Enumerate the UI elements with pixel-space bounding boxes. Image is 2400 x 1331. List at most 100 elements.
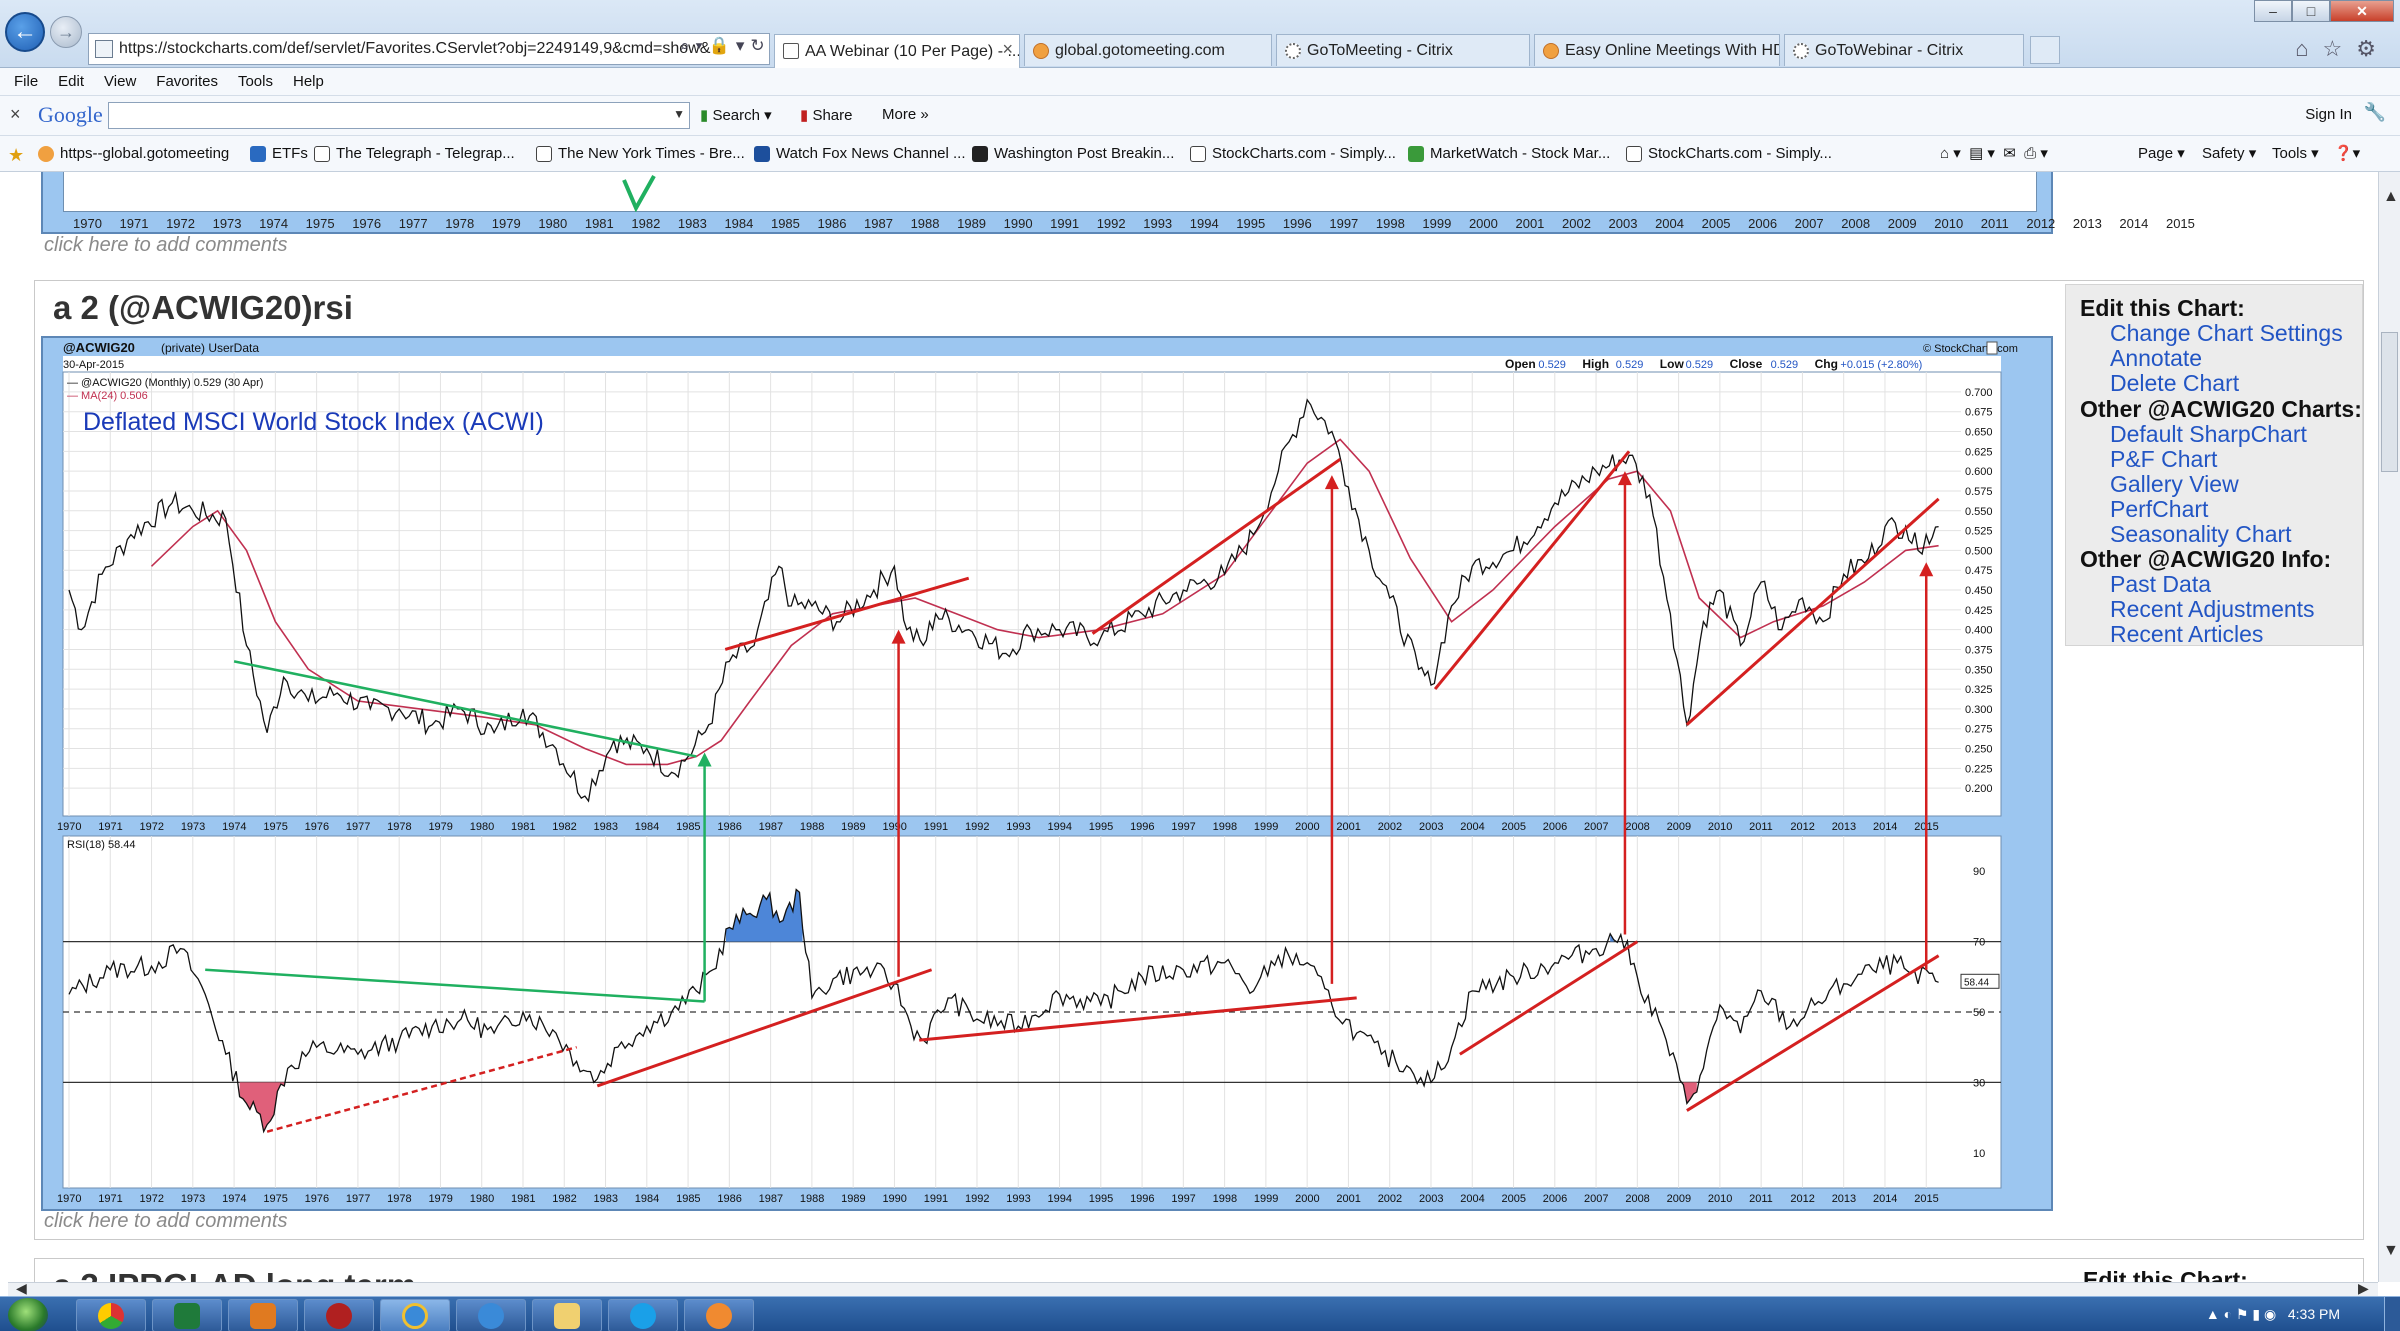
- price-x-tick: 1978: [387, 821, 411, 833]
- recent-articles-link[interactable]: Recent Articles: [2110, 621, 2263, 648]
- previous-chart[interactable]: 1970 1971 1972 1973 1974 1975 1976 1977 …: [41, 172, 2195, 234]
- stockcharts-watermark: © StockCharts.com: [1923, 343, 2018, 355]
- ie-taskbar-button[interactable]: [380, 1299, 450, 1331]
- seasonality-chart-link[interactable]: Seasonality Chart: [2110, 521, 2292, 548]
- skype-taskbar-button[interactable]: [608, 1299, 678, 1331]
- favorite-link[interactable]: The Telegraph - Telegrap...: [314, 145, 515, 162]
- scrollbar-thumb[interactable]: [2381, 332, 2398, 472]
- add-comments-link[interactable]: click here to add comments: [44, 234, 287, 257]
- scroll-down-icon[interactable]: ▼: [2383, 1242, 2399, 1260]
- price-x-tick: 2013: [1832, 821, 1856, 833]
- address-bar-icons[interactable]: ⌕▾🔒▾↻: [680, 36, 771, 56]
- tab-label: Easy Online Meetings With HD...: [1565, 41, 1780, 59]
- scroll-up-icon[interactable]: ▲: [2383, 188, 2399, 206]
- tray-icons[interactable]: ▲ ◐ ⚑ ▮ ◉: [2206, 1306, 2288, 1322]
- rsi-x-tick: 2006: [1543, 1193, 1567, 1205]
- command-icons[interactable]: ⌂ ▾ ▤ ▾ ✉ ⎙ ▾: [1940, 144, 2048, 162]
- system-tray[interactable]: ▲ ◐ ⚑ ▮ ◉ 4:33 PM: [2206, 1306, 2340, 1323]
- menu-help[interactable]: Help: [293, 73, 324, 90]
- menu-view[interactable]: View: [104, 73, 136, 90]
- page-icon: [95, 40, 113, 58]
- stockcharts-icon: [1190, 145, 1206, 162]
- annotate-link[interactable]: Annotate: [2110, 345, 2202, 372]
- menu-favorites[interactable]: Favorites: [156, 73, 218, 90]
- ohlc-value-low: 0.529: [1686, 359, 1714, 371]
- favorites-star-icon[interactable]: ★: [8, 145, 28, 165]
- excel-taskbar-button[interactable]: [152, 1299, 222, 1331]
- back-button[interactable]: ←: [5, 12, 45, 52]
- favorite-link[interactable]: Watch Fox News Channel ...: [754, 145, 966, 162]
- price-x-tick: 1975: [263, 821, 287, 833]
- google-search-input[interactable]: ▼: [108, 102, 690, 129]
- price-x-tick: 1997: [1171, 821, 1195, 833]
- favorite-link[interactable]: Washington Post Breakin...: [972, 145, 1174, 162]
- google-more-button[interactable]: More »: [882, 106, 929, 123]
- sign-in-link[interactable]: Sign In: [2305, 106, 2352, 123]
- gotomeeting-taskbar-button[interactable]: [684, 1299, 754, 1331]
- close-toolbar-icon[interactable]: ×: [10, 104, 21, 125]
- explorer-taskbar-button[interactable]: [532, 1299, 602, 1331]
- perfchart-link[interactable]: PerfChart: [2110, 496, 2208, 523]
- google-share-button[interactable]: ▮ Share: [800, 106, 852, 124]
- tab-gotowebinar-citrix[interactable]: GoToWebinar - Citrix: [1784, 34, 2024, 66]
- etfs-icon: [250, 145, 266, 162]
- favorite-link[interactable]: https--global.gotomeeting: [38, 145, 229, 162]
- scroll-left-icon[interactable]: ◀: [16, 1280, 27, 1297]
- start-button[interactable]: [8, 1298, 48, 1331]
- price-x-tick: 2002: [1378, 821, 1402, 833]
- close-tab-icon[interactable]: ×: [1002, 39, 1013, 60]
- favorite-link[interactable]: The New York Times - Bre...: [536, 145, 745, 162]
- default-sharpchart-link[interactable]: Default SharpChart: [2110, 421, 2307, 448]
- gotomeeting-icon: [1033, 43, 1049, 59]
- rsi-x-tick: 2011: [1749, 1193, 1773, 1205]
- delete-chart-link[interactable]: Delete Chart: [2110, 370, 2239, 397]
- tab-global-gotomeeting[interactable]: global.gotomeeting.com: [1024, 34, 1272, 66]
- price-axis-tick: 0.200: [1965, 783, 1993, 795]
- chevron-down-icon[interactable]: ▼: [673, 107, 685, 121]
- menu-file[interactable]: File: [14, 73, 38, 90]
- chrome-taskbar-button[interactable]: [76, 1299, 146, 1331]
- add-comments-link[interactable]: click here to add comments: [44, 1210, 287, 1233]
- menu-tools[interactable]: Tools: [238, 73, 273, 90]
- sharpchart[interactable]: 0.700 0.675 0.650 0.625 0.600 0.575 0.550 0.525…: [41, 336, 2053, 1211]
- recorder-taskbar-button[interactable]: [304, 1299, 374, 1331]
- wrench-icon[interactable]: 🔧: [2364, 102, 2386, 123]
- favorite-link[interactable]: MarketWatch - Stock Mar...: [1408, 145, 1610, 162]
- share-icon: ▮: [800, 107, 809, 124]
- google-search-button[interactable]: ▮ Search ▾: [700, 106, 772, 124]
- favorite-link[interactable]: StockCharts.com - Simply...: [1190, 145, 1396, 162]
- minimize-button[interactable]: –: [2254, 0, 2292, 22]
- horizontal-scrollbar[interactable]: ◀ ▶: [8, 1280, 2378, 1297]
- close-window-button[interactable]: ✕: [2330, 0, 2394, 22]
- pf-chart-link[interactable]: P&F Chart: [2110, 446, 2217, 473]
- tab-gotomeeting-citrix[interactable]: GoToMeeting - Citrix: [1276, 34, 1530, 66]
- page-menu[interactable]: Page ▾: [2138, 144, 2185, 162]
- tab-aa-webinar[interactable]: AA Webinar (10 Per Page) - ... ×: [774, 34, 1020, 68]
- tab-easy-online-meetings[interactable]: Easy Online Meetings With HD...: [1534, 34, 1780, 66]
- gallery-view-link[interactable]: Gallery View: [2110, 471, 2239, 498]
- scroll-right-icon[interactable]: ▶: [2358, 1280, 2369, 1297]
- rsi-x-tick: 1991: [924, 1193, 948, 1205]
- price-axis-tick: 0.225: [1965, 763, 1993, 775]
- change-chart-settings-link[interactable]: Change Chart Settings: [2110, 320, 2343, 347]
- home-favorites-settings-icons[interactable]: ⌂☆⚙: [2295, 36, 2390, 62]
- safety-menu[interactable]: Safety ▾: [2202, 144, 2256, 162]
- new-tab-button[interactable]: [2030, 36, 2060, 64]
- recent-adjustments-link[interactable]: Recent Adjustments: [2110, 596, 2315, 623]
- favorite-link[interactable]: StockCharts.com - Simply...: [1626, 145, 1832, 162]
- outlook-taskbar-button[interactable]: [228, 1299, 298, 1331]
- price-x-tick: 1999: [1254, 821, 1278, 833]
- menu-edit[interactable]: Edit: [58, 73, 84, 90]
- help-icon[interactable]: ❓▾: [2334, 144, 2360, 162]
- rsi-x-tick: 2003: [1419, 1193, 1443, 1205]
- address-bar[interactable]: https://stockcharts.com/def/servlet/Favo…: [88, 33, 770, 65]
- forward-button[interactable]: →: [50, 16, 82, 48]
- rsi-x-tick: 1975: [263, 1193, 287, 1205]
- show-desktop-button[interactable]: [2384, 1297, 2400, 1331]
- tools-menu[interactable]: Tools ▾: [2272, 144, 2319, 162]
- vertical-scrollbar[interactable]: ▲ ▼: [2378, 172, 2400, 1282]
- maximize-button[interactable]: □: [2292, 0, 2330, 22]
- favorite-link[interactable]: ETFs: [250, 145, 308, 162]
- past-data-link[interactable]: Past Data: [2110, 571, 2211, 598]
- ie-alt-taskbar-button[interactable]: [456, 1299, 526, 1331]
